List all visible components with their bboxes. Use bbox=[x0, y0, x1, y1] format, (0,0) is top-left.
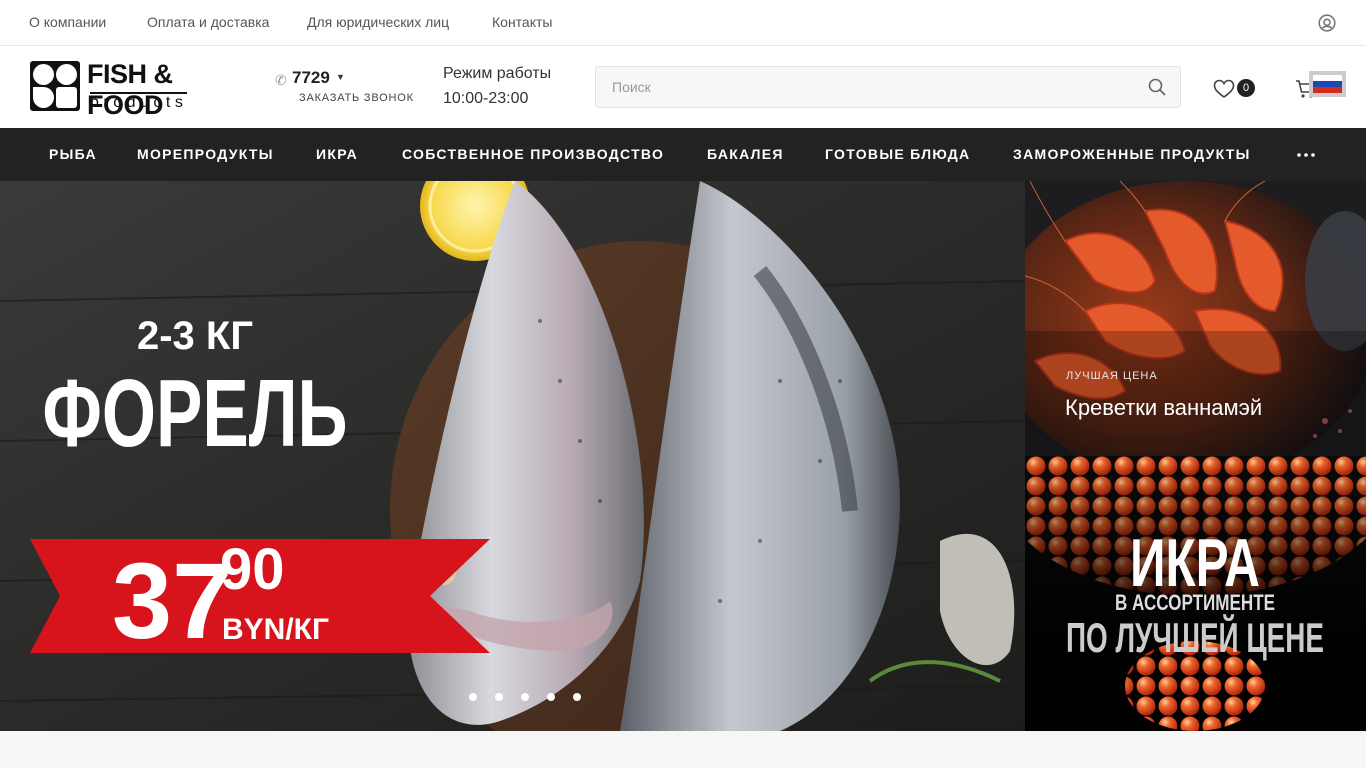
favorites-count-badge: 0 bbox=[1237, 79, 1255, 97]
working-hours-label: Режим работы bbox=[443, 65, 552, 82]
search-box bbox=[595, 66, 1181, 108]
more-dots-icon[interactable] bbox=[1297, 152, 1315, 158]
nav-item-caviar[interactable]: ИКРА bbox=[316, 146, 358, 162]
heart-icon[interactable] bbox=[1213, 79, 1235, 99]
top-link-payment-delivery[interactable]: Оплата и доставка bbox=[147, 14, 269, 30]
side-banner-title: Креветки ваннамэй bbox=[1065, 395, 1263, 420]
logo[interactable]: FISH & FOOD products bbox=[30, 59, 222, 120]
slider-dot[interactable] bbox=[495, 693, 503, 701]
phone-dropdown-caret-icon[interactable]: ▼ bbox=[336, 72, 345, 82]
header: FISH & FOOD products ✆ 7729 ▼ ЗАКАЗАТЬ З… bbox=[0, 46, 1366, 128]
slider-dot[interactable] bbox=[573, 693, 581, 701]
slider-dot[interactable] bbox=[443, 693, 451, 701]
working-hours-value: 10:00-23:00 bbox=[443, 90, 529, 107]
nav-item-seafood[interactable]: МОРЕПРОДУКТЫ bbox=[137, 146, 274, 162]
search-input[interactable] bbox=[596, 67, 1136, 107]
top-link-legal-entities[interactable]: Для юридических лиц bbox=[307, 14, 449, 30]
hero-title: ФОРЕЛЬ bbox=[43, 360, 348, 467]
slider-dot[interactable] bbox=[521, 693, 529, 701]
hero-banner[interactable]: 2-3 КГ ФОРЕЛЬ 37 90 BYN/КГ bbox=[0, 181, 1025, 731]
nav-item-own-production[interactable]: СОБСТВЕННОЕ ПРОИЗВОДСТВО bbox=[402, 146, 664, 162]
content-area bbox=[0, 731, 1366, 768]
flag-ru-icon[interactable] bbox=[1309, 71, 1346, 97]
caviar-subtitle: В АССОРТИМЕНТЕ bbox=[1115, 590, 1275, 615]
price-unit: BYN/КГ bbox=[222, 613, 329, 646]
hero-banner-image: 2-3 КГ ФОРЕЛЬ 37 90 BYN/КГ bbox=[0, 181, 1025, 731]
nav-item-ready-meals[interactable]: ГОТОВЫЕ БЛЮДА bbox=[825, 146, 970, 162]
logo-title: FISH & FOOD bbox=[87, 59, 173, 120]
user-circle-icon[interactable] bbox=[1318, 14, 1336, 32]
caviar-slogan: ПО ЛУЧШЕЙ ЦЕНЕ bbox=[1066, 613, 1324, 661]
price-main: 37 bbox=[112, 540, 232, 661]
caviar-image: ИКРА В АССОРТИМЕНТЕ ПО ЛУЧШЕЙ ЦЕНЕ bbox=[1025, 456, 1366, 731]
logo-subtitle: products bbox=[90, 92, 188, 111]
price-cents: 90 bbox=[220, 537, 285, 602]
side-banner-shrimp[interactable]: ЛУЧШАЯ ЦЕНА Креветки ваннамэй bbox=[1025, 181, 1366, 456]
side-banner-caviar[interactable]: ИКРА В АССОРТИМЕНТЕ ПО ЛУЧШЕЙ ЦЕНЕ bbox=[1025, 456, 1366, 731]
slider-dot[interactable] bbox=[547, 693, 555, 701]
main-nav: РЫБА МОРЕПРОДУКТЫ ИКРА СОБСТВЕННОЕ ПРОИЗ… bbox=[0, 128, 1366, 181]
top-link-about[interactable]: О компании bbox=[29, 14, 106, 30]
slider-dot[interactable] bbox=[469, 693, 477, 701]
nav-item-frozen[interactable]: ЗАМОРОЖЕННЫЕ ПРОДУКТЫ bbox=[1013, 146, 1251, 162]
top-link-contacts[interactable]: Контакты bbox=[492, 14, 552, 30]
callback-link[interactable]: ЗАКАЗАТЬ ЗВОНОК bbox=[299, 92, 414, 104]
search-icon[interactable] bbox=[1148, 78, 1166, 96]
logo-mark-icon bbox=[30, 61, 80, 111]
nav-item-grocery[interactable]: БАКАЛЕЯ bbox=[707, 146, 784, 162]
phone-icon: ✆ bbox=[275, 72, 287, 88]
nav-item-fish[interactable]: РЫБА bbox=[49, 146, 97, 162]
side-banner-tag: ЛУЧШАЯ ЦЕНА bbox=[1066, 370, 1158, 382]
hero-weight: 2-3 КГ bbox=[137, 314, 253, 358]
phone-number[interactable]: 7729 bbox=[292, 68, 330, 88]
top-bar: О компании Оплата и доставка Для юридиче… bbox=[0, 0, 1366, 46]
